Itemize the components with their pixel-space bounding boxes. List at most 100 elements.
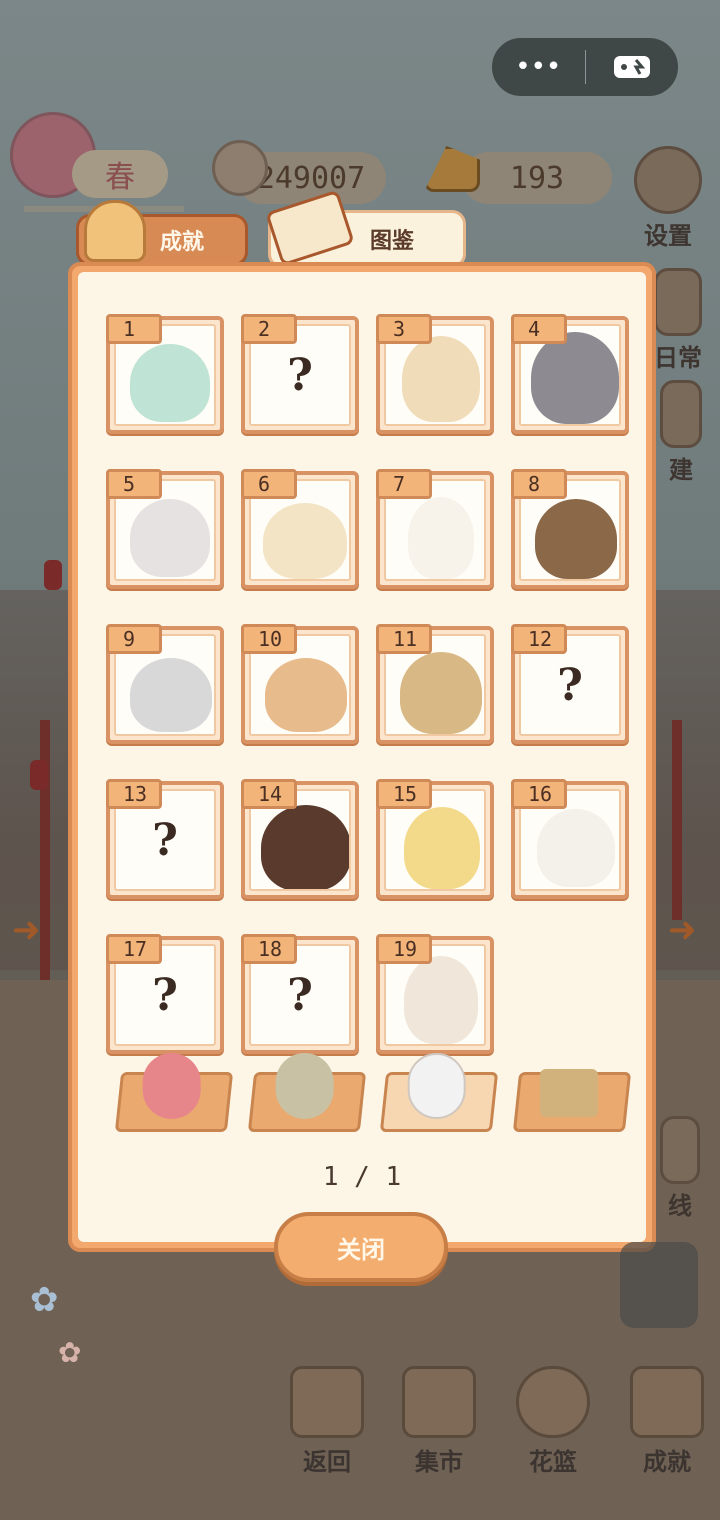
nav-basket[interactable]: 花篮 (516, 1366, 590, 1477)
collection-grid: 1 2 ? 3 4 5 6 7 8 9 10 11 12 ? 13 ? 14 1… (106, 314, 629, 1054)
unknown-mark: ? (287, 349, 313, 401)
raccoon-portrait-icon (130, 658, 212, 732)
fish-count: 249007 (256, 160, 366, 196)
build-button[interactable]: 建 (660, 380, 702, 485)
card-number: 10 (241, 624, 297, 654)
unknown-mark: ? (152, 969, 178, 1021)
silhouette-icon (407, 1053, 466, 1119)
bear-portrait-icon (535, 499, 617, 579)
card-number: 1 (106, 314, 162, 344)
rose-icon (142, 1053, 201, 1119)
rooster-portrait-icon (404, 956, 478, 1044)
page-indicator: 1 / 1 (322, 1162, 402, 1192)
collection-panel-body: 1 2 ? 3 4 5 6 7 8 9 10 11 12 ? 13 ? 14 1… (78, 272, 646, 1242)
window-icon (290, 1366, 364, 1438)
collection-card[interactable]: 18 ? (241, 934, 359, 1054)
gamepad-icon[interactable] (586, 38, 679, 96)
card-number: 4 (511, 314, 567, 344)
card-number: 13 (106, 779, 162, 809)
nav-back[interactable]: 返回 (290, 1366, 364, 1477)
route-button[interactable]: 线 (660, 1116, 700, 1221)
card-number: 17 (106, 934, 162, 964)
deer-portrait-icon (400, 652, 482, 734)
unknown-mark: ? (287, 969, 313, 1021)
collection-card[interactable]: 16 (511, 779, 629, 899)
left-arrow-icon[interactable]: ➜ (12, 910, 41, 950)
nav-achievements[interactable]: 成就 (630, 1366, 704, 1477)
daily-button[interactable]: 日常 (654, 268, 702, 373)
butterfly-icon: ✿ (30, 1280, 59, 1320)
item-tab-photo[interactable] (512, 1069, 632, 1132)
close-button[interactable]: 关闭 (274, 1212, 448, 1282)
collection-card[interactable]: 10 (241, 624, 359, 744)
collection-card[interactable]: 13 ? (106, 779, 224, 899)
item-tab-flower[interactable] (114, 1053, 234, 1132)
collection-card[interactable]: 14 (241, 779, 359, 899)
card-number: 6 (241, 469, 297, 499)
collection-card[interactable]: 4 (511, 314, 629, 434)
hammer-icon (660, 380, 702, 448)
unknown-mark: ? (152, 814, 178, 866)
crow-portrait-icon (261, 805, 349, 889)
collection-card[interactable]: 5 (106, 469, 224, 589)
card-number: 16 (511, 779, 567, 809)
season-label: 春 (72, 150, 168, 198)
card-number: 19 (376, 934, 432, 964)
collection-card[interactable]: 12 ? (511, 624, 629, 744)
collection-card[interactable]: 3 (376, 314, 494, 434)
antelope-portrait-icon (402, 336, 480, 422)
build-label: 建 (669, 456, 693, 484)
unknown-mark: ? (557, 659, 583, 711)
card-number: 15 (376, 779, 432, 809)
tab-achievements-label: 成就 (159, 230, 204, 255)
photo-icon (539, 1069, 598, 1117)
collection-card[interactable]: 7 (376, 469, 494, 589)
bouquet-icon (275, 1053, 334, 1119)
card-number: 2 (241, 314, 297, 344)
more-dots-icon[interactable]: ••• (492, 38, 585, 96)
cheese-counter: 193 (462, 152, 612, 204)
right-arrow-icon[interactable]: ➜ (668, 910, 697, 950)
collection-panel: 1 2 ? 3 4 5 6 7 8 9 10 11 12 ? 13 ? 14 1… (68, 262, 656, 1252)
trophy-icon (84, 200, 146, 262)
collection-card[interactable]: 8 (511, 469, 629, 589)
bear-silhouette-icon (531, 332, 619, 424)
card-number: 18 (241, 934, 297, 964)
dog-portrait-icon (265, 658, 347, 732)
fox-portrait-icon (537, 809, 615, 887)
market-stall-icon (402, 1366, 476, 1438)
rabbit-portrait-icon (408, 497, 474, 579)
card-number: 3 (376, 314, 432, 344)
season-indicator[interactable]: 春 (10, 112, 184, 212)
mouse-portrait-icon (263, 503, 347, 579)
butterfly-icon: ✿ (58, 1336, 82, 1369)
nav-market-label: 集市 (415, 1448, 463, 1476)
collection-card[interactable]: 15 (376, 779, 494, 899)
card-number: 12 (511, 624, 567, 654)
card-number: 14 (241, 779, 297, 809)
nav-basket-label: 花篮 (529, 1448, 577, 1476)
item-tab-bouquet[interactable] (247, 1053, 366, 1132)
peacock-portrait-icon (130, 344, 210, 422)
card-number: 9 (106, 624, 162, 654)
collection-card[interactable]: 11 (376, 624, 494, 744)
collection-card[interactable]: 2 ? (241, 314, 359, 434)
fishbone-icon (212, 140, 268, 196)
collection-card[interactable]: 1 (106, 314, 224, 434)
collection-card[interactable]: 19 (376, 934, 494, 1054)
collection-card[interactable]: 17 ? (106, 934, 224, 1054)
nav-market[interactable]: 集市 (402, 1366, 476, 1477)
close-button-label: 关闭 (337, 1235, 385, 1264)
collection-card[interactable]: 6 (241, 469, 359, 589)
calendar-icon (654, 268, 702, 336)
flower-basket-icon (516, 1366, 590, 1438)
nav-back-label: 返回 (303, 1448, 351, 1476)
gear-icon (634, 146, 702, 214)
card-number: 11 (376, 624, 432, 654)
collection-card[interactable]: 9 (106, 624, 224, 744)
mouse-dragonfly-icon[interactable] (620, 1242, 698, 1328)
settings-button[interactable]: 设置 (634, 146, 702, 251)
settings-label: 设置 (644, 222, 692, 250)
item-tab-silhouette[interactable] (380, 1053, 499, 1132)
trophy-icon (630, 1366, 704, 1438)
